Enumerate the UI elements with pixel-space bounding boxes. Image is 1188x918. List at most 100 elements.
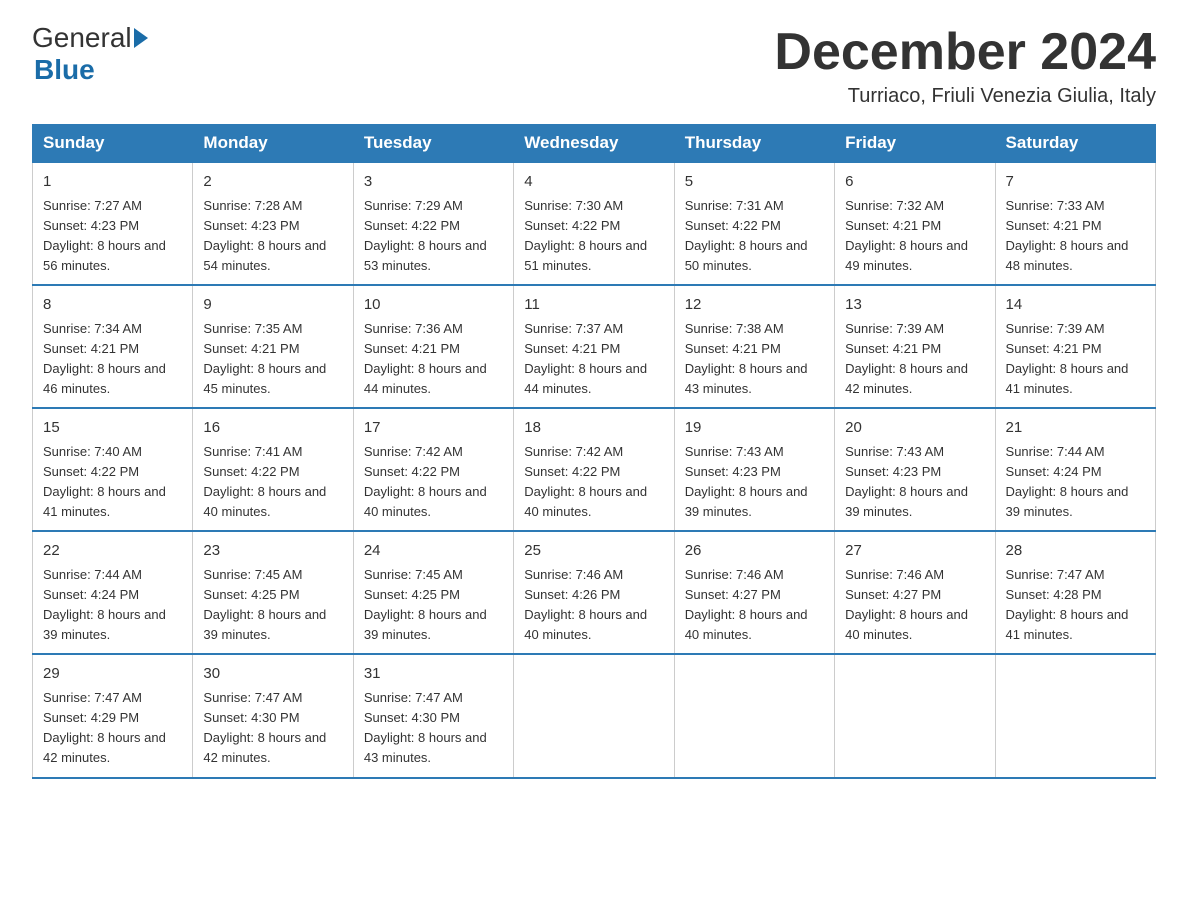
table-row: 15Sunrise: 7:40 AMSunset: 4:22 PMDayligh… xyxy=(33,408,193,531)
table-row: 26Sunrise: 7:46 AMSunset: 4:27 PMDayligh… xyxy=(674,531,834,654)
table-row xyxy=(995,654,1155,777)
day-info: Sunrise: 7:47 AMSunset: 4:30 PMDaylight:… xyxy=(203,688,342,769)
header-thursday: Thursday xyxy=(674,125,834,163)
day-info: Sunrise: 7:47 AMSunset: 4:29 PMDaylight:… xyxy=(43,688,182,769)
calendar-week-row: 8Sunrise: 7:34 AMSunset: 4:21 PMDaylight… xyxy=(33,285,1156,408)
logo: General Blue xyxy=(32,24,150,86)
table-row: 22Sunrise: 7:44 AMSunset: 4:24 PMDayligh… xyxy=(33,531,193,654)
table-row: 11Sunrise: 7:37 AMSunset: 4:21 PMDayligh… xyxy=(514,285,674,408)
day-number: 20 xyxy=(845,417,984,440)
location-subtitle: Turriaco, Friuli Venezia Giulia, Italy xyxy=(774,85,1156,108)
table-row: 5Sunrise: 7:31 AMSunset: 4:22 PMDaylight… xyxy=(674,162,834,285)
day-number: 24 xyxy=(364,540,503,563)
day-number: 15 xyxy=(43,417,182,440)
day-info: Sunrise: 7:35 AMSunset: 4:21 PMDaylight:… xyxy=(203,319,342,400)
day-number: 10 xyxy=(364,294,503,317)
page-header: General Blue December 2024 Turriaco, Fri… xyxy=(32,24,1156,108)
table-row: 12Sunrise: 7:38 AMSunset: 4:21 PMDayligh… xyxy=(674,285,834,408)
day-info: Sunrise: 7:38 AMSunset: 4:21 PMDaylight:… xyxy=(685,319,824,400)
day-number: 7 xyxy=(1006,171,1145,194)
day-info: Sunrise: 7:42 AMSunset: 4:22 PMDaylight:… xyxy=(364,442,503,523)
calendar-table: Sunday Monday Tuesday Wednesday Thursday… xyxy=(32,124,1156,778)
table-row: 14Sunrise: 7:39 AMSunset: 4:21 PMDayligh… xyxy=(995,285,1155,408)
table-row: 29Sunrise: 7:47 AMSunset: 4:29 PMDayligh… xyxy=(33,654,193,777)
day-info: Sunrise: 7:46 AMSunset: 4:27 PMDaylight:… xyxy=(845,565,984,646)
day-info: Sunrise: 7:44 AMSunset: 4:24 PMDaylight:… xyxy=(43,565,182,646)
day-info: Sunrise: 7:46 AMSunset: 4:27 PMDaylight:… xyxy=(685,565,824,646)
day-info: Sunrise: 7:36 AMSunset: 4:21 PMDaylight:… xyxy=(364,319,503,400)
header-sunday: Sunday xyxy=(33,125,193,163)
calendar-week-row: 29Sunrise: 7:47 AMSunset: 4:29 PMDayligh… xyxy=(33,654,1156,777)
header-saturday: Saturday xyxy=(995,125,1155,163)
day-info: Sunrise: 7:46 AMSunset: 4:26 PMDaylight:… xyxy=(524,565,663,646)
day-number: 1 xyxy=(43,171,182,194)
day-number: 16 xyxy=(203,417,342,440)
table-row: 4Sunrise: 7:30 AMSunset: 4:22 PMDaylight… xyxy=(514,162,674,285)
calendar-week-row: 22Sunrise: 7:44 AMSunset: 4:24 PMDayligh… xyxy=(33,531,1156,654)
calendar-header-row: Sunday Monday Tuesday Wednesday Thursday… xyxy=(33,125,1156,163)
day-number: 22 xyxy=(43,540,182,563)
table-row: 6Sunrise: 7:32 AMSunset: 4:21 PMDaylight… xyxy=(835,162,995,285)
day-info: Sunrise: 7:42 AMSunset: 4:22 PMDaylight:… xyxy=(524,442,663,523)
table-row: 28Sunrise: 7:47 AMSunset: 4:28 PMDayligh… xyxy=(995,531,1155,654)
month-title: December 2024 xyxy=(774,24,1156,81)
day-number: 12 xyxy=(685,294,824,317)
day-number: 9 xyxy=(203,294,342,317)
day-number: 29 xyxy=(43,663,182,686)
table-row: 10Sunrise: 7:36 AMSunset: 4:21 PMDayligh… xyxy=(353,285,513,408)
day-number: 4 xyxy=(524,171,663,194)
day-info: Sunrise: 7:27 AMSunset: 4:23 PMDaylight:… xyxy=(43,196,182,277)
table-row: 7Sunrise: 7:33 AMSunset: 4:21 PMDaylight… xyxy=(995,162,1155,285)
day-number: 11 xyxy=(524,294,663,317)
header-friday: Friday xyxy=(835,125,995,163)
day-number: 17 xyxy=(364,417,503,440)
day-number: 23 xyxy=(203,540,342,563)
day-number: 25 xyxy=(524,540,663,563)
day-info: Sunrise: 7:32 AMSunset: 4:21 PMDaylight:… xyxy=(845,196,984,277)
table-row xyxy=(674,654,834,777)
table-row: 13Sunrise: 7:39 AMSunset: 4:21 PMDayligh… xyxy=(835,285,995,408)
day-number: 21 xyxy=(1006,417,1145,440)
day-info: Sunrise: 7:34 AMSunset: 4:21 PMDaylight:… xyxy=(43,319,182,400)
day-number: 8 xyxy=(43,294,182,317)
day-info: Sunrise: 7:44 AMSunset: 4:24 PMDaylight:… xyxy=(1006,442,1145,523)
table-row xyxy=(835,654,995,777)
day-info: Sunrise: 7:43 AMSunset: 4:23 PMDaylight:… xyxy=(845,442,984,523)
day-number: 28 xyxy=(1006,540,1145,563)
table-row: 9Sunrise: 7:35 AMSunset: 4:21 PMDaylight… xyxy=(193,285,353,408)
table-row: 20Sunrise: 7:43 AMSunset: 4:23 PMDayligh… xyxy=(835,408,995,531)
day-info: Sunrise: 7:31 AMSunset: 4:22 PMDaylight:… xyxy=(685,196,824,277)
day-number: 19 xyxy=(685,417,824,440)
day-info: Sunrise: 7:39 AMSunset: 4:21 PMDaylight:… xyxy=(845,319,984,400)
calendar-week-row: 15Sunrise: 7:40 AMSunset: 4:22 PMDayligh… xyxy=(33,408,1156,531)
day-number: 14 xyxy=(1006,294,1145,317)
table-row: 3Sunrise: 7:29 AMSunset: 4:22 PMDaylight… xyxy=(353,162,513,285)
day-info: Sunrise: 7:39 AMSunset: 4:21 PMDaylight:… xyxy=(1006,319,1145,400)
day-number: 2 xyxy=(203,171,342,194)
day-number: 3 xyxy=(364,171,503,194)
table-row: 8Sunrise: 7:34 AMSunset: 4:21 PMDaylight… xyxy=(33,285,193,408)
table-row: 1Sunrise: 7:27 AMSunset: 4:23 PMDaylight… xyxy=(33,162,193,285)
day-info: Sunrise: 7:45 AMSunset: 4:25 PMDaylight:… xyxy=(364,565,503,646)
calendar-week-row: 1Sunrise: 7:27 AMSunset: 4:23 PMDaylight… xyxy=(33,162,1156,285)
table-row: 18Sunrise: 7:42 AMSunset: 4:22 PMDayligh… xyxy=(514,408,674,531)
day-number: 18 xyxy=(524,417,663,440)
day-number: 31 xyxy=(364,663,503,686)
logo-blue-text: Blue xyxy=(32,54,95,86)
table-row: 17Sunrise: 7:42 AMSunset: 4:22 PMDayligh… xyxy=(353,408,513,531)
logo-general-text: General xyxy=(32,24,132,52)
day-info: Sunrise: 7:37 AMSunset: 4:21 PMDaylight:… xyxy=(524,319,663,400)
table-row: 23Sunrise: 7:45 AMSunset: 4:25 PMDayligh… xyxy=(193,531,353,654)
table-row xyxy=(514,654,674,777)
header-wednesday: Wednesday xyxy=(514,125,674,163)
day-info: Sunrise: 7:30 AMSunset: 4:22 PMDaylight:… xyxy=(524,196,663,277)
table-row: 25Sunrise: 7:46 AMSunset: 4:26 PMDayligh… xyxy=(514,531,674,654)
day-info: Sunrise: 7:41 AMSunset: 4:22 PMDaylight:… xyxy=(203,442,342,523)
logo-arrow-icon xyxy=(134,28,148,48)
day-info: Sunrise: 7:33 AMSunset: 4:21 PMDaylight:… xyxy=(1006,196,1145,277)
day-number: 27 xyxy=(845,540,984,563)
day-number: 5 xyxy=(685,171,824,194)
day-number: 13 xyxy=(845,294,984,317)
day-number: 26 xyxy=(685,540,824,563)
title-block: December 2024 Turriaco, Friuli Venezia G… xyxy=(774,24,1156,108)
